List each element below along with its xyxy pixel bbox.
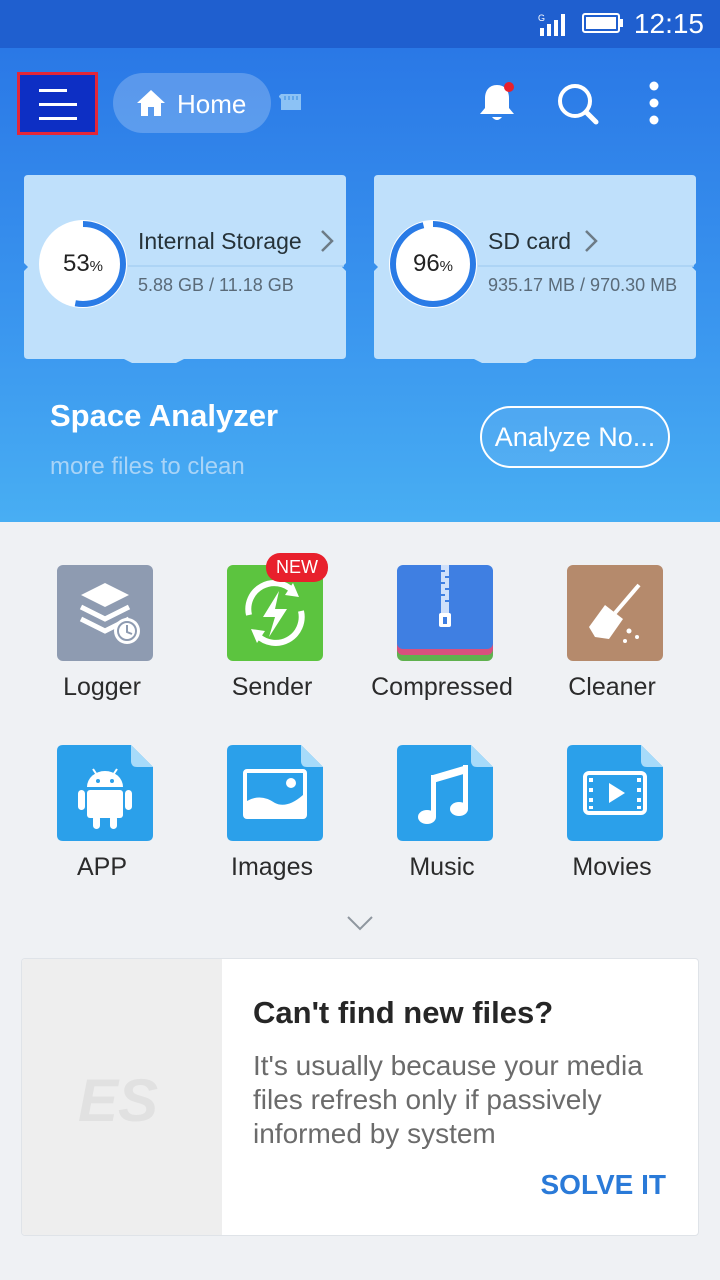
android-icon [57,745,153,841]
compressed-icon [397,565,493,661]
battery-icon [582,13,623,33]
home-label: Home [177,89,247,119]
category-label: Movies [572,853,652,881]
logger-icon [57,565,153,661]
category-label: Logger [63,673,141,701]
tip-body: It's usually because your media files re… [253,1050,643,1149]
category-sender[interactable]: Sender [197,565,347,715]
storage-name: Internal Storage [138,228,302,254]
status-bar: G 12:15 [0,0,720,48]
space-analyzer-title: Space Analyzer [50,398,279,433]
tip-illustration-pane: ES [22,959,222,1235]
category-label: Compressed [371,673,513,701]
storage-percent: 53% [62,250,104,277]
category-label: Cleaner [568,673,656,701]
search-icon[interactable] [554,80,600,126]
category-movies[interactable]: Movies [537,745,687,895]
svg-text:G: G [538,13,545,23]
chevron-right-icon [585,230,598,252]
sd-card-storage-card[interactable]: 96% SD card 935.17 MB / 970.30 MB [374,175,696,363]
chevron-down-icon[interactable] [346,914,374,932]
sd-card-icon[interactable] [279,93,303,111]
new-badge: NEW [266,553,328,582]
storage-percent: 96% [412,250,454,277]
category-label: Music [409,853,475,881]
analyze-now-button[interactable]: Analyze No... [480,406,670,468]
svg-text:ES: ES [78,1067,158,1129]
movie-icon [567,745,663,841]
category-music[interactable]: Music [367,745,517,895]
internal-storage-card[interactable]: 53% Internal Storage 5.88 GB / 11.18 GB [24,175,346,363]
media-refresh-tip-card: ES Can't find new files? It's usually be… [21,958,699,1236]
category-label: Sender [231,673,313,701]
storage-usage: 935.17 MB / 970.30 MB [488,275,678,295]
home-icon [137,90,165,116]
storage-usage: 5.88 GB / 11.18 GB [138,275,294,295]
category-logger[interactable]: Logger [27,565,177,715]
category-label: APP [76,853,128,881]
category-cleaner[interactable]: Cleaner [537,565,687,715]
signal-icon: G [538,13,565,36]
category-label: Images [231,853,313,881]
cleaner-icon [567,565,663,661]
clock: 12:15 [633,8,704,39]
menu-button[interactable] [17,72,98,135]
home-breadcrumb[interactable]: Home [113,73,271,133]
category-compressed[interactable]: Compressed [367,565,517,715]
more-options-icon[interactable] [631,80,677,126]
image-icon [227,745,323,841]
storage-name: SD card [488,228,572,254]
es-logo: ES [78,1067,158,1129]
space-analyzer-subtitle: more files to clean [50,453,245,480]
music-note-icon [397,745,493,841]
chevron-right-icon [321,230,334,252]
notification-bell-icon[interactable] [474,80,520,126]
category-app[interactable]: APP [27,745,177,895]
tip-title: Can't find new files? [253,995,554,1030]
category-images[interactable]: Images [197,745,347,895]
solve-it-button[interactable]: SOLVE IT [541,1169,667,1201]
